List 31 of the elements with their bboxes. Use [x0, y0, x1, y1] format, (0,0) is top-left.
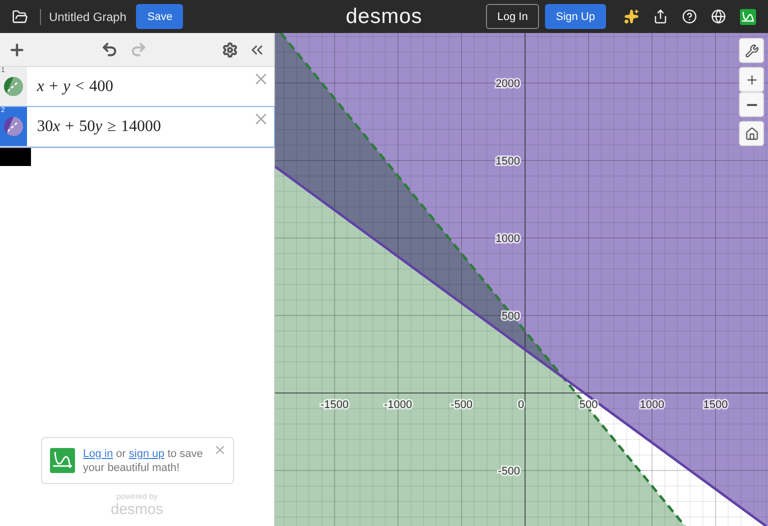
plus-icon	[744, 72, 758, 86]
graph-settings-button[interactable]	[739, 38, 764, 63]
tick-label: 1000	[496, 233, 520, 246]
signup-link[interactable]: sign up	[128, 448, 164, 460]
home-button[interactable]	[739, 121, 764, 146]
signup-button[interactable]: Sign Up	[544, 4, 606, 29]
minus-icon	[746, 104, 756, 106]
app-icon	[50, 448, 75, 473]
zoom-in-button[interactable]	[739, 67, 764, 92]
graph-title[interactable]: Untitled Graph	[49, 10, 126, 24]
tick-label: -1000	[384, 399, 412, 412]
tick-label: 1500	[703, 399, 728, 412]
tick-label: 0	[518, 399, 524, 412]
empty-block	[0, 147, 31, 166]
wrench-icon	[744, 44, 758, 58]
logo: desmos	[346, 4, 422, 28]
tick-label: 1000	[640, 399, 664, 412]
zoom-out-button[interactable]	[739, 92, 764, 117]
expression-formula[interactable]: x + y < 400	[37, 78, 114, 96]
tick-label: 2000	[496, 78, 520, 90]
login-button[interactable]: Log In	[486, 4, 539, 29]
save-button[interactable]: Save	[136, 4, 184, 29]
home-icon	[744, 126, 758, 140]
save-prompt: Log in or sign up to save your beautiful math!	[83, 446, 204, 474]
login-link[interactable]: Log in	[83, 448, 113, 460]
settings-icon[interactable]	[220, 40, 240, 60]
tick-label: -500	[450, 399, 473, 412]
tick-label: 1500	[496, 156, 520, 168]
tick-label: -1500	[320, 399, 349, 412]
expression-formula[interactable]: 30x + 50y ≥ 14000	[37, 118, 162, 136]
tick-label: -500	[498, 466, 520, 478]
